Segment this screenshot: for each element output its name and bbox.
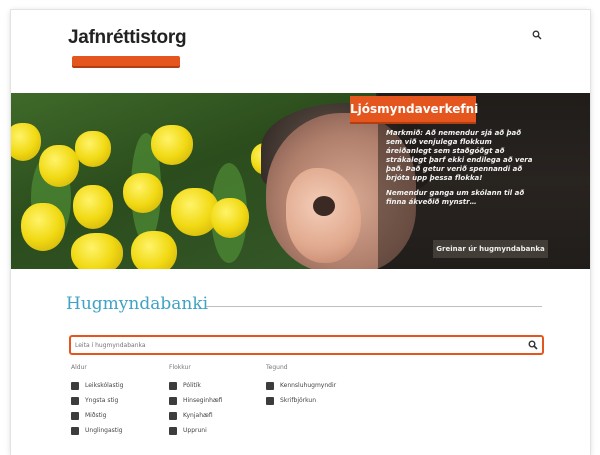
- filter-checkbox-item[interactable]: Uppruni: [169, 423, 223, 438]
- filter-checkbox-item[interactable]: Unglingastig: [71, 423, 123, 438]
- filter-heading: Tegund: [266, 364, 288, 371]
- filter-column-age: Aldur Leikskólastig Yngsta stig Miðstig …: [71, 364, 123, 438]
- checkbox[interactable]: [71, 396, 79, 405]
- checkbox[interactable]: [169, 396, 177, 405]
- section-title: Hugmyndabanki: [66, 294, 209, 314]
- filter-label: Unglingastig: [85, 427, 123, 434]
- hero-paragraph: Nemendur ganga um skólann til að finna á…: [386, 189, 525, 206]
- filter-column-category: Flokkur Pólitík Hinseginhæfi Kynjahæfi U…: [169, 364, 223, 438]
- section-divider: [206, 306, 542, 307]
- filter-checkbox-item[interactable]: Kennsluhugmyndir: [266, 378, 336, 393]
- checkbox[interactable]: [266, 396, 274, 405]
- logo-underline-bar: [72, 56, 180, 66]
- search-icon[interactable]: [532, 30, 542, 40]
- filter-label: Kennsluhugmyndir: [280, 382, 337, 389]
- filter-heading: Aldur: [71, 364, 87, 371]
- hero-category-tag[interactable]: Ljósmyndaverkefni: [350, 96, 478, 124]
- checkbox[interactable]: [266, 381, 274, 390]
- hero-banner[interactable]: Ljósmyndaverkefni Markmið: Að nemendur s…: [11, 93, 590, 269]
- search-icon[interactable]: [528, 340, 538, 350]
- filter-label: Kynjahæfi: [183, 412, 213, 419]
- bank-search-box[interactable]: [69, 335, 544, 355]
- hero-description: Markmið: Að nemendur sjá að það sem við …: [386, 129, 536, 213]
- filter-label: Uppruni: [183, 427, 207, 434]
- filter-checkbox-item[interactable]: Leikskólastig: [71, 378, 123, 393]
- filter-label: Miðstig: [85, 412, 107, 419]
- filter-heading: Flokkur: [169, 364, 191, 371]
- filter-checkbox-item[interactable]: Kynjahæfi: [169, 408, 223, 423]
- filter-checkbox-item[interactable]: Yngsta stig: [71, 393, 123, 408]
- checkbox[interactable]: [169, 411, 177, 420]
- filter-label: Yngsta stig: [85, 397, 119, 404]
- checkbox[interactable]: [71, 426, 79, 435]
- site-logo[interactable]: Jafnréttistorg: [68, 27, 187, 49]
- filter-checkbox-item[interactable]: Miðstig: [71, 408, 123, 423]
- checkbox[interactable]: [71, 411, 79, 420]
- filter-label: Hinseginhæfi: [183, 397, 223, 404]
- bank-search-input[interactable]: [75, 337, 515, 353]
- checkbox[interactable]: [71, 381, 79, 390]
- checkbox[interactable]: [169, 381, 177, 390]
- checkbox[interactable]: [169, 426, 177, 435]
- filter-checkbox-item[interactable]: Hinseginhæfi: [169, 393, 223, 408]
- hero-hand-circle: [313, 196, 335, 216]
- filter-label: Pólitík: [183, 382, 201, 389]
- hero-paragraph: Markmið: Að nemendur sjá að það sem við …: [386, 129, 533, 182]
- hero-articles-button[interactable]: Greinar úr hugmyndabanka: [433, 240, 548, 258]
- filter-column-type: Tegund Kennsluhugmyndir Skrifbjörkun: [266, 364, 336, 408]
- page-frame: Jafnréttistorg Ljósmyndaverkefni Markmið…: [11, 10, 590, 455]
- filter-checkbox-item[interactable]: Skrifbjörkun: [266, 393, 336, 408]
- filter-checkbox-item[interactable]: Pólitík: [169, 378, 223, 393]
- filter-label: Skrifbjörkun: [280, 397, 317, 404]
- filter-label: Leikskólastig: [85, 382, 124, 389]
